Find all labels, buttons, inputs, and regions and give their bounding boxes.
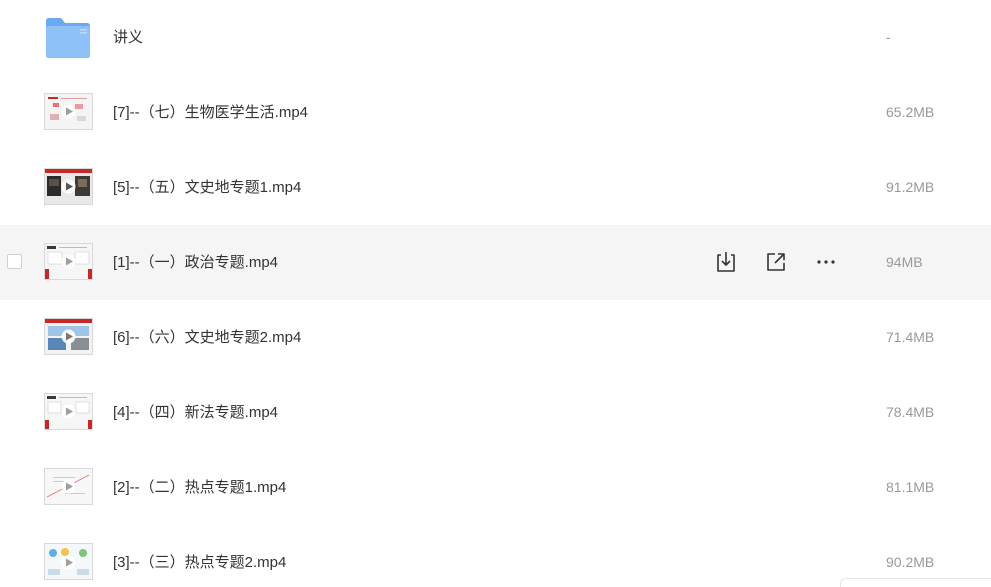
- file-name[interactable]: [5]--（五）文史地专题1.mp4: [113, 150, 301, 225]
- video-thumbnail: [44, 93, 93, 130]
- file-size: 91.2MB: [886, 179, 935, 195]
- file-row[interactable]: [1]--（一）政治专题.mp4 94MB: [0, 225, 991, 300]
- share-icon: [767, 253, 785, 271]
- video-thumbnail: [44, 243, 93, 280]
- file-size: 71.4MB: [886, 329, 935, 345]
- file-list: 讲义 - [7]--（七）生物医学生活.mp4 65.2MB [5]--（五）文…: [0, 0, 991, 587]
- video-thumbnail: [44, 468, 93, 505]
- file-row[interactable]: [2]--（二）热点专题1.mp4 81.1MB: [0, 450, 991, 525]
- file-name[interactable]: [7]--（七）生物医学生活.mp4: [113, 75, 308, 150]
- file-row[interactable]: [5]--（五）文史地专题1.mp4 91.2MB: [0, 150, 991, 225]
- file-name[interactable]: [6]--（六）文史地专题2.mp4: [113, 300, 301, 375]
- video-thumbnail: [44, 168, 93, 205]
- file-row[interactable]: 讲义 -: [0, 0, 991, 75]
- file-name[interactable]: [1]--（一）政治专题.mp4: [113, 225, 278, 300]
- file-row[interactable]: [4]--（四）新法专题.mp4 78.4MB: [0, 375, 991, 450]
- file-row[interactable]: [6]--（六）文史地专题2.mp4 71.4MB: [0, 300, 991, 375]
- file-size: 81.1MB: [886, 479, 935, 495]
- file-size: 78.4MB: [886, 404, 935, 420]
- video-thumbnail: [44, 318, 93, 355]
- video-thumbnail: [44, 543, 93, 580]
- folder-icon: [46, 18, 90, 58]
- file-row[interactable]: [7]--（七）生物医学生活.mp4 65.2MB: [0, 75, 991, 150]
- file-name[interactable]: 讲义: [113, 0, 143, 75]
- file-size: -: [886, 29, 891, 45]
- file-name[interactable]: [3]--（三）热点专题2.mp4: [113, 525, 286, 587]
- row-checkbox[interactable]: [7, 254, 22, 269]
- file-name[interactable]: [2]--（二）热点专题1.mp4: [113, 450, 286, 525]
- video-thumbnail: [44, 393, 93, 430]
- more-button[interactable]: [813, 249, 839, 275]
- floating-panel-edge: [840, 578, 991, 587]
- file-size: 65.2MB: [886, 104, 935, 120]
- file-size: 94MB: [886, 254, 923, 270]
- download-icon: [717, 252, 735, 272]
- share-button[interactable]: [763, 249, 789, 275]
- download-button[interactable]: [713, 249, 739, 275]
- file-name[interactable]: [4]--（四）新法专题.mp4: [113, 375, 278, 450]
- more-icon: [817, 260, 835, 264]
